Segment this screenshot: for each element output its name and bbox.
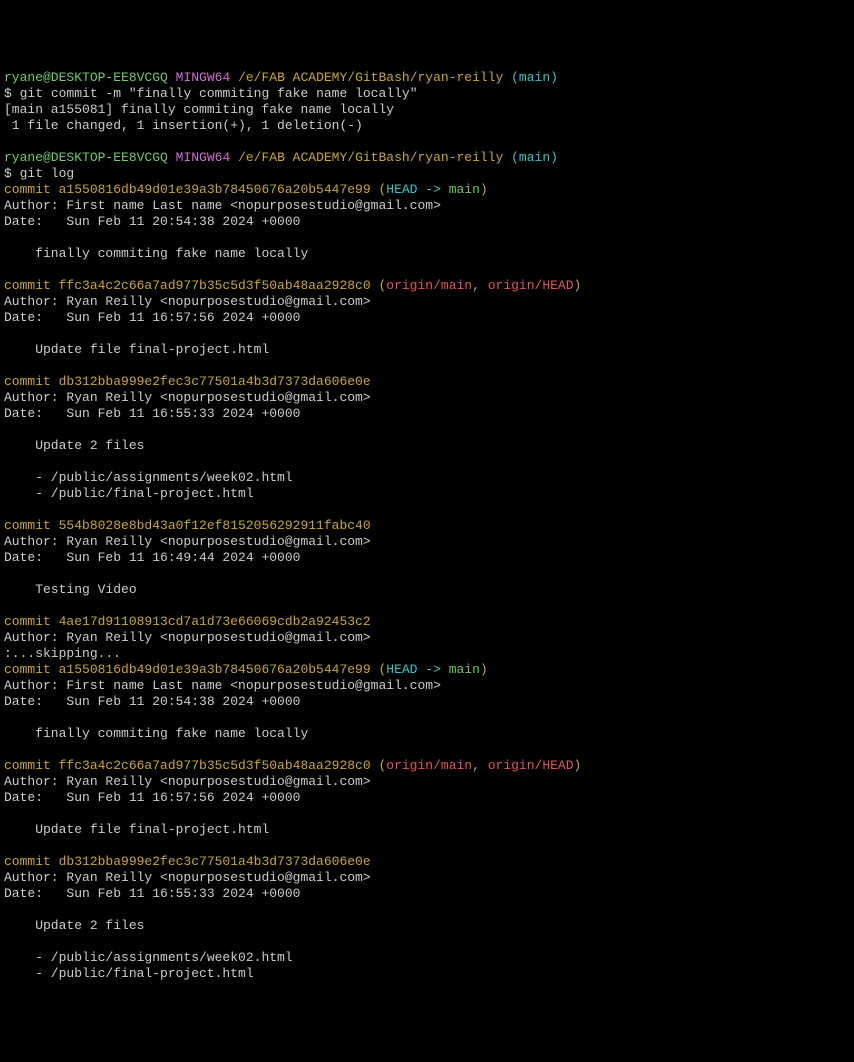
date-line: Date: Sun Feb 11 20:54:38 2024 +0000 xyxy=(4,214,300,229)
commit-message: Update 2 files xyxy=(4,438,144,453)
author-line: Author: First name Last name <nopurposes… xyxy=(4,678,441,693)
commit-message-line: - /public/final-project.html xyxy=(4,486,254,501)
date-line: Date: Sun Feb 11 16:57:56 2024 +0000 xyxy=(4,310,300,325)
commit-line: commit 554b8028e8bd43a0f12ef815205629291… xyxy=(4,518,371,533)
commit-message: finally commiting fake name locally xyxy=(4,246,308,261)
commit-message-line: - /public/final-project.html xyxy=(4,966,254,981)
commit-line: commit a1550816db49d01e39a3b78450676a20b… xyxy=(4,662,488,677)
commit-line: commit ffc3a4c2c66a7ad977b35c5d3f50ab48a… xyxy=(4,758,581,773)
commit-message: Update file final-project.html xyxy=(4,342,269,357)
prompt-user: ryane@DESKTOP-EE8VCGQ xyxy=(4,70,168,85)
date-line: Date: Sun Feb 11 20:54:38 2024 +0000 xyxy=(4,694,300,709)
commit-message-line: - /public/assignments/week02.html xyxy=(4,470,293,485)
date-line: Date: Sun Feb 11 16:55:33 2024 +0000 xyxy=(4,886,300,901)
skipping-line: :...skipping... xyxy=(4,646,121,661)
author-line: Author: Ryan Reilly <nopurposestudio@gma… xyxy=(4,390,371,405)
author-line: Author: Ryan Reilly <nopurposestudio@gma… xyxy=(4,774,371,789)
terminal-output[interactable]: ryane@DESKTOP-EE8VCGQ MINGW64 /e/FAB ACA… xyxy=(4,70,850,982)
date-line: Date: Sun Feb 11 16:55:33 2024 +0000 xyxy=(4,406,300,421)
command-1: git commit -m "finally commiting fake na… xyxy=(20,86,418,101)
commit-result-1: [main a155081] finally commiting fake na… xyxy=(4,102,394,117)
commit-line: commit ffc3a4c2c66a7ad977b35c5d3f50ab48a… xyxy=(4,278,581,293)
author-line: Author: Ryan Reilly <nopurposestudio@gma… xyxy=(4,294,371,309)
commit-line: commit a1550816db49d01e39a3b78450676a20b… xyxy=(4,182,488,197)
author-line: Author: First name Last name <nopurposes… xyxy=(4,198,441,213)
commit-line: commit 4ae17d91108913cd7a1d73e66069cdb2a… xyxy=(4,614,371,629)
author-line: Author: Ryan Reilly <nopurposestudio@gma… xyxy=(4,534,371,549)
prompt-user: ryane@DESKTOP-EE8VCGQ xyxy=(4,150,168,165)
prompt-host: MINGW64 xyxy=(176,150,231,165)
commit-message: Testing Video xyxy=(4,582,137,597)
commit-message: finally commiting fake name locally xyxy=(4,726,308,741)
command-2: git log xyxy=(20,166,75,181)
author-line: Author: Ryan Reilly <nopurposestudio@gma… xyxy=(4,630,371,645)
prompt-branch: (main) xyxy=(511,150,558,165)
commit-message: Update file final-project.html xyxy=(4,822,269,837)
prompt-path: /e/FAB ACADEMY/GitBash/ryan-reilly xyxy=(238,70,503,85)
commit-result-2: 1 file changed, 1 insertion(+), 1 deleti… xyxy=(4,118,363,133)
commit-message-line: - /public/assignments/week02.html xyxy=(4,950,293,965)
date-line: Date: Sun Feb 11 16:57:56 2024 +0000 xyxy=(4,790,300,805)
date-line: Date: Sun Feb 11 16:49:44 2024 +0000 xyxy=(4,550,300,565)
prompt-path: /e/FAB ACADEMY/GitBash/ryan-reilly xyxy=(238,150,503,165)
commit-line: commit db312bba999e2fec3c77501a4b3d7373d… xyxy=(4,374,371,389)
commit-line: commit db312bba999e2fec3c77501a4b3d7373d… xyxy=(4,854,371,869)
commit-message: Update 2 files xyxy=(4,918,144,933)
author-line: Author: Ryan Reilly <nopurposestudio@gma… xyxy=(4,870,371,885)
prompt-dollar: $ xyxy=(4,166,12,181)
prompt-dollar: $ xyxy=(4,86,12,101)
prompt-host: MINGW64 xyxy=(176,70,231,85)
prompt-branch: (main) xyxy=(511,70,558,85)
